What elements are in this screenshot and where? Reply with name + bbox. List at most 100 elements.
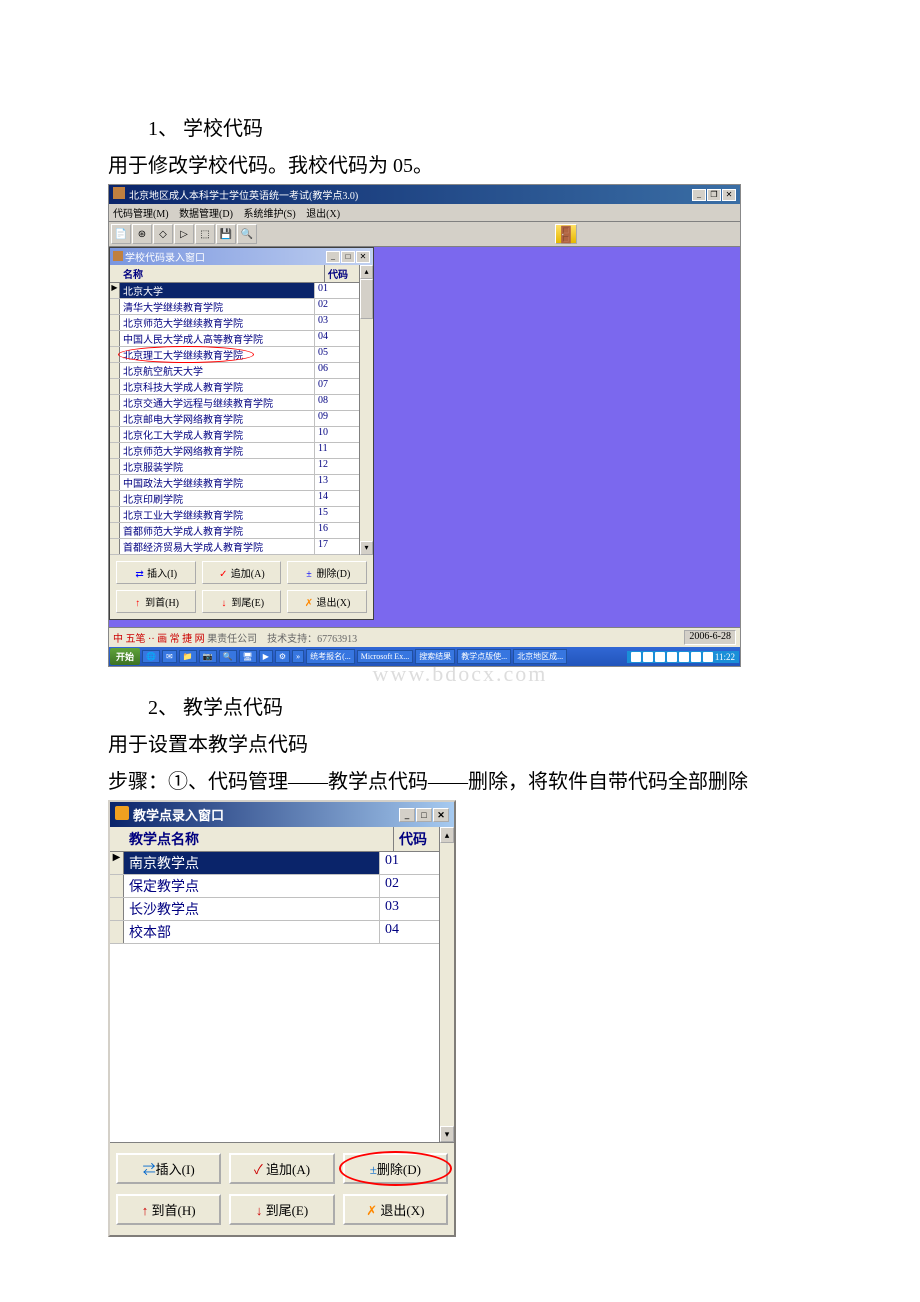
table-row[interactable]: 中国政法大学继续教育学院13 <box>110 475 359 491</box>
toolbar-btn-2[interactable]: ⊛ <box>132 224 152 244</box>
tray-clock[interactable]: 11:22 <box>715 652 735 662</box>
cell-code[interactable]: 10 <box>315 427 345 442</box>
cell-name[interactable]: 北京工业大学继续教育学院 <box>120 507 315 522</box>
col-header-name[interactable]: 名称 <box>120 265 325 282</box>
scroll-down-button[interactable]: ▾ <box>360 541 373 555</box>
school-code-grid[interactable]: 名称 代码 ▶北京大学01清华大学继续教育学院02北京师范大学继续教育学院03中… <box>110 265 359 555</box>
cell-name[interactable]: 保定教学点 <box>124 875 380 897</box>
cell-name[interactable]: 清华大学继续教育学院 <box>120 299 315 314</box>
scroll-down-button[interactable]: ▾ <box>440 1126 454 1142</box>
cell-code[interactable]: 16 <box>315 523 345 538</box>
subwindow-titlebar[interactable]: 学校代码录入窗口 _ □ ✕ <box>110 248 373 265</box>
tray-icon[interactable] <box>703 652 713 662</box>
cell-name[interactable]: 首都师范大学成人教育学院 <box>120 523 315 538</box>
quicklaunch-icon[interactable]: 📷 <box>199 650 217 663</box>
table-row[interactable]: 清华大学继续教育学院02 <box>110 299 359 315</box>
table-row[interactable]: 北京化工大学成人教育学院10 <box>110 427 359 443</box>
cell-code[interactable]: 03 <box>315 315 345 330</box>
sub-close-button[interactable]: ✕ <box>356 251 370 263</box>
cell-name[interactable]: 北京科技大学成人教育学院 <box>120 379 315 394</box>
first-button[interactable]: ↑ 到首(H) <box>116 590 196 613</box>
cell-code[interactable]: 05 <box>315 347 345 362</box>
cell-code[interactable]: 02 <box>380 875 425 897</box>
cell-name[interactable]: 北京师范大学网络教育学院 <box>120 443 315 458</box>
table-row[interactable]: 北京理工大学继续教育学院05 <box>110 347 359 363</box>
table-row[interactable]: ▶南京教学点01 <box>110 852 439 875</box>
tray-icon[interactable] <box>691 652 701 662</box>
cell-code[interactable]: 04 <box>315 331 345 346</box>
quicklaunch-more[interactable]: » <box>292 650 304 663</box>
scroll-up-button[interactable]: ▴ <box>440 827 454 843</box>
maximize-button[interactable]: ❐ <box>707 189 721 201</box>
vertical-scrollbar[interactable]: ▴ ▾ <box>359 265 373 555</box>
scroll-thumb[interactable] <box>360 279 373 319</box>
minimize-button[interactable]: _ <box>399 808 415 822</box>
toolbar-btn-4[interactable]: ▷ <box>174 224 194 244</box>
taskbar-item[interactable]: 搜索结果 <box>415 649 455 664</box>
quicklaunch-icon[interactable]: ⚙ <box>275 650 290 663</box>
cell-name[interactable]: 北京印刷学院 <box>120 491 315 506</box>
toolbar-btn-5[interactable]: ⬚ <box>195 224 215 244</box>
taskbar-item[interactable]: Microsoft Ex... <box>357 650 413 663</box>
toolbar-btn-7[interactable]: 🔍 <box>237 224 257 244</box>
menu-data-mgmt[interactable]: 数据管理(D) <box>179 209 233 220</box>
table-row[interactable]: 中国人民大学成人高等教育学院04 <box>110 331 359 347</box>
cell-code[interactable]: 15 <box>315 507 345 522</box>
taskbar-item[interactable]: 北京地区成... <box>513 649 567 664</box>
append-button[interactable]: ✓ 追加(A) <box>229 1153 334 1184</box>
cell-code[interactable]: 02 <box>315 299 345 314</box>
tray-icon[interactable] <box>643 652 653 662</box>
menu-code-mgmt[interactable]: 代码管理(M) <box>113 209 169 220</box>
cell-name[interactable]: 南京教学点 <box>124 852 380 874</box>
cell-code[interactable]: 01 <box>315 283 345 298</box>
cell-name[interactable]: 首都经济贸易大学成人教育学院 <box>120 539 315 554</box>
cell-code[interactable]: 12 <box>315 459 345 474</box>
cell-code[interactable]: 06 <box>315 363 345 378</box>
cell-code[interactable]: 13 <box>315 475 345 490</box>
start-button[interactable]: 开始 <box>110 648 140 665</box>
cell-code[interactable]: 04 <box>380 921 425 943</box>
first-button[interactable]: ↑ 到首(H) <box>116 1194 221 1225</box>
table-row[interactable]: 北京工业大学继续教育学院15 <box>110 507 359 523</box>
toolbar-btn-1[interactable]: 📄 <box>111 224 131 244</box>
insert-button[interactable]: ⇄ 插入(I) <box>116 561 196 584</box>
tray-icon[interactable] <box>667 652 677 662</box>
taskbar-item[interactable]: 统考报名(... <box>306 649 355 664</box>
sub-minimize-button[interactable]: _ <box>326 251 340 263</box>
scroll-up-button[interactable]: ▴ <box>360 265 373 279</box>
col-header-code[interactable]: 代码 <box>394 827 439 851</box>
close-button[interactable]: ✕ <box>433 808 449 822</box>
quicklaunch-icon[interactable]: 📁 <box>179 650 197 663</box>
titlebar[interactable]: 教学点录入窗口 _ □ ✕ <box>110 802 454 827</box>
table-row[interactable]: 保定教学点02 <box>110 875 439 898</box>
teaching-point-grid[interactable]: 教学点名称 代码 ▶南京教学点01保定教学点02长沙教学点03校本部04 <box>110 827 439 1142</box>
cell-name[interactable]: 北京化工大学成人教育学院 <box>120 427 315 442</box>
cell-name[interactable]: 北京师范大学继续教育学院 <box>120 315 315 330</box>
table-row[interactable]: 首都经济贸易大学成人教育学院17 <box>110 539 359 555</box>
toolbar-btn-3[interactable]: ◇ <box>153 224 173 244</box>
quicklaunch-icon[interactable]: 🖥 <box>239 650 257 663</box>
cell-name[interactable]: 北京大学 <box>120 283 315 298</box>
last-button[interactable]: ↓ 到尾(E) <box>202 590 282 613</box>
table-row[interactable]: 北京科技大学成人教育学院07 <box>110 379 359 395</box>
cell-name[interactable]: 校本部 <box>124 921 380 943</box>
table-row[interactable]: 北京服装学院12 <box>110 459 359 475</box>
tray-icon[interactable] <box>655 652 665 662</box>
table-row[interactable]: 首都师范大学成人教育学院16 <box>110 523 359 539</box>
table-row[interactable]: 北京邮电大学网络教育学院09 <box>110 411 359 427</box>
sub-maximize-button[interactable]: □ <box>341 251 355 263</box>
cell-name[interactable]: 北京航空航天大学 <box>120 363 315 378</box>
table-row[interactable]: 北京航空航天大学06 <box>110 363 359 379</box>
tray-icon[interactable] <box>679 652 689 662</box>
cell-name[interactable]: 中国政法大学继续教育学院 <box>120 475 315 490</box>
delete-button[interactable]: ±删除(D) <box>343 1153 448 1184</box>
cell-name[interactable]: 北京服装学院 <box>120 459 315 474</box>
system-tray[interactable]: 11:22 <box>627 651 739 663</box>
menu-exit[interactable]: 退出(X) <box>306 209 340 220</box>
insert-button[interactable]: ⇄插入(I) <box>116 1153 221 1184</box>
close-button[interactable]: ✕ <box>722 189 736 201</box>
exit-button[interactable]: ✗ 退出(X) <box>343 1194 448 1225</box>
table-row[interactable]: 北京交通大学远程与继续教育学院08 <box>110 395 359 411</box>
append-button[interactable]: ✓ 追加(A) <box>202 561 282 584</box>
quicklaunch-icon[interactable]: 🔍 <box>219 650 237 663</box>
